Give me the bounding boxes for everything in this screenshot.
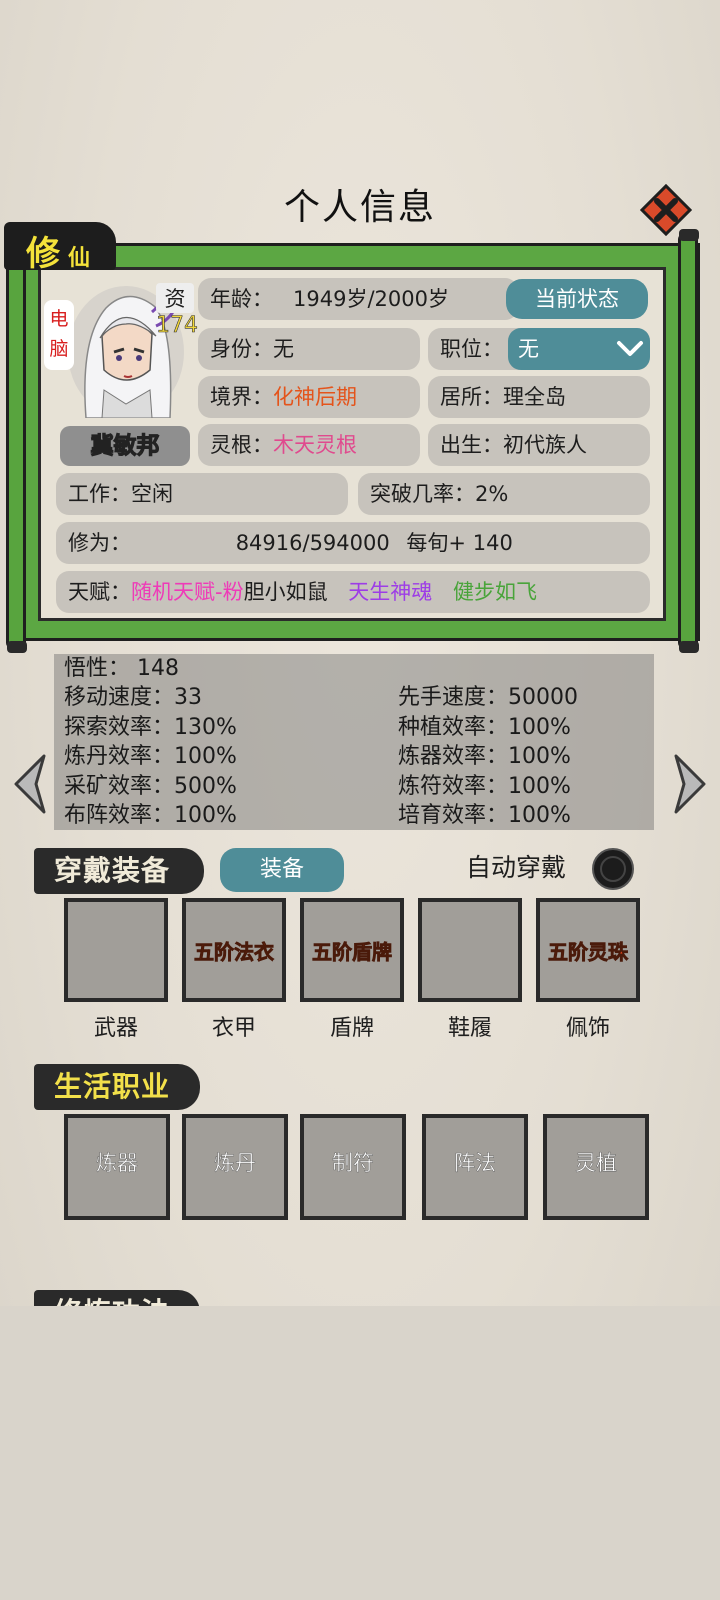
- scroll-roll-right: [678, 229, 699, 653]
- stat-row: 培育效率：100%: [398, 803, 571, 828]
- auto-wear-toggle[interactable]: [590, 846, 636, 892]
- stat-row: 炼符效率：100%: [398, 773, 571, 799]
- stat-row: 探索效率：130%: [64, 714, 237, 740]
- stats-right-column: 先手速度：50000 种植效率：100% 炼器效率：100% 炼符效率：100%…: [398, 683, 578, 831]
- stat-row: 炼丹效率：100%: [64, 744, 237, 769]
- residence-field: 居所：理全岛: [428, 376, 650, 418]
- talent-item[interactable]: 健步如飞: [453, 580, 537, 604]
- profession-refining[interactable]: 炼器: [64, 1114, 170, 1220]
- slot-label: 衣甲: [211, 1016, 256, 1041]
- realm-field: 境界：化神后期: [198, 376, 420, 418]
- work-field: 工作：空闲: [56, 473, 348, 515]
- equip-button[interactable]: 装备: [220, 848, 344, 892]
- slot-label: 武器: [93, 1016, 138, 1041]
- slot-label: 盾牌: [329, 1016, 374, 1041]
- slot-label: 鞋履: [447, 1016, 492, 1041]
- equip-slot-weapon[interactable]: [64, 898, 168, 1002]
- talent-item[interactable]: 随机天赋-粉: [131, 580, 244, 604]
- chevron-down-icon: [617, 341, 643, 356]
- stat-row: 种植效率：100%: [398, 714, 571, 740]
- character-name: 冀敏邦: [60, 426, 190, 466]
- page-title: 个人信息: [283, 187, 436, 228]
- comprehension-stat: 悟性： 148: [64, 656, 179, 681]
- profession-herbalism[interactable]: 灵植: [543, 1114, 649, 1220]
- cultivation-field: 修为： 84916/594000 每旬+ 140: [56, 522, 650, 564]
- stat-row: 移动速度：33: [64, 685, 202, 710]
- cultivation-tab: 修 仙: [4, 222, 116, 274]
- birth-field: 出生：初代族人: [428, 424, 650, 466]
- stat-row: 布阵效率：100%: [64, 803, 237, 828]
- talent-item[interactable]: 胆小如鼠: [244, 580, 328, 604]
- professions-section-title: 生活职业: [34, 1064, 200, 1110]
- bottom-area: [0, 1306, 720, 1600]
- aptitude-badge: 资 174: [156, 283, 198, 349]
- stats-left-column: 移动速度：33 探索效率：130% 炼丹效率：100% 采矿效率：500% 布阵…: [64, 683, 237, 831]
- age-field: 年龄： 1949岁/2000岁: [198, 278, 518, 320]
- slot-label: 佩饰: [565, 1016, 610, 1041]
- breakthrough-field: 突破几率：2%: [358, 473, 650, 515]
- stat-row: 采矿效率：500%: [64, 773, 237, 799]
- equip-slot-shoes[interactable]: [418, 898, 522, 1002]
- equipment-section-title: 穿戴装备: [34, 848, 204, 894]
- profession-alchemy[interactable]: 炼丹: [182, 1114, 288, 1220]
- stat-row: 先手速度：50000: [398, 685, 578, 710]
- equip-slot-armor[interactable]: 五阶法衣: [182, 898, 286, 1002]
- player-type-tag: 电脑: [44, 300, 74, 370]
- stat-row: 炼器效率：100%: [398, 744, 571, 769]
- chevron-left-icon[interactable]: [10, 752, 48, 816]
- equip-slot-shield[interactable]: 五阶盾牌: [300, 898, 404, 1002]
- talent-item[interactable]: 天生神魂: [348, 580, 432, 604]
- auto-wear-label: 自动穿戴: [466, 853, 567, 882]
- equip-slot-accessory[interactable]: 五阶灵珠: [536, 898, 640, 1002]
- talent-field: 天赋：随机天赋-粉胆小如鼠 天生神魂 健步如飞: [56, 571, 650, 613]
- position-select[interactable]: 无: [508, 328, 650, 370]
- identity-field: 身份：无: [198, 328, 420, 370]
- chevron-right-icon[interactable]: [672, 752, 710, 816]
- spirit-root-field: 灵根：木天灵根: [198, 424, 420, 466]
- current-status-button[interactable]: 当前状态: [506, 279, 648, 319]
- profession-formation[interactable]: 阵法: [422, 1114, 528, 1220]
- scroll-roll-left: [6, 229, 27, 653]
- profession-talisman[interactable]: 制符: [300, 1114, 406, 1220]
